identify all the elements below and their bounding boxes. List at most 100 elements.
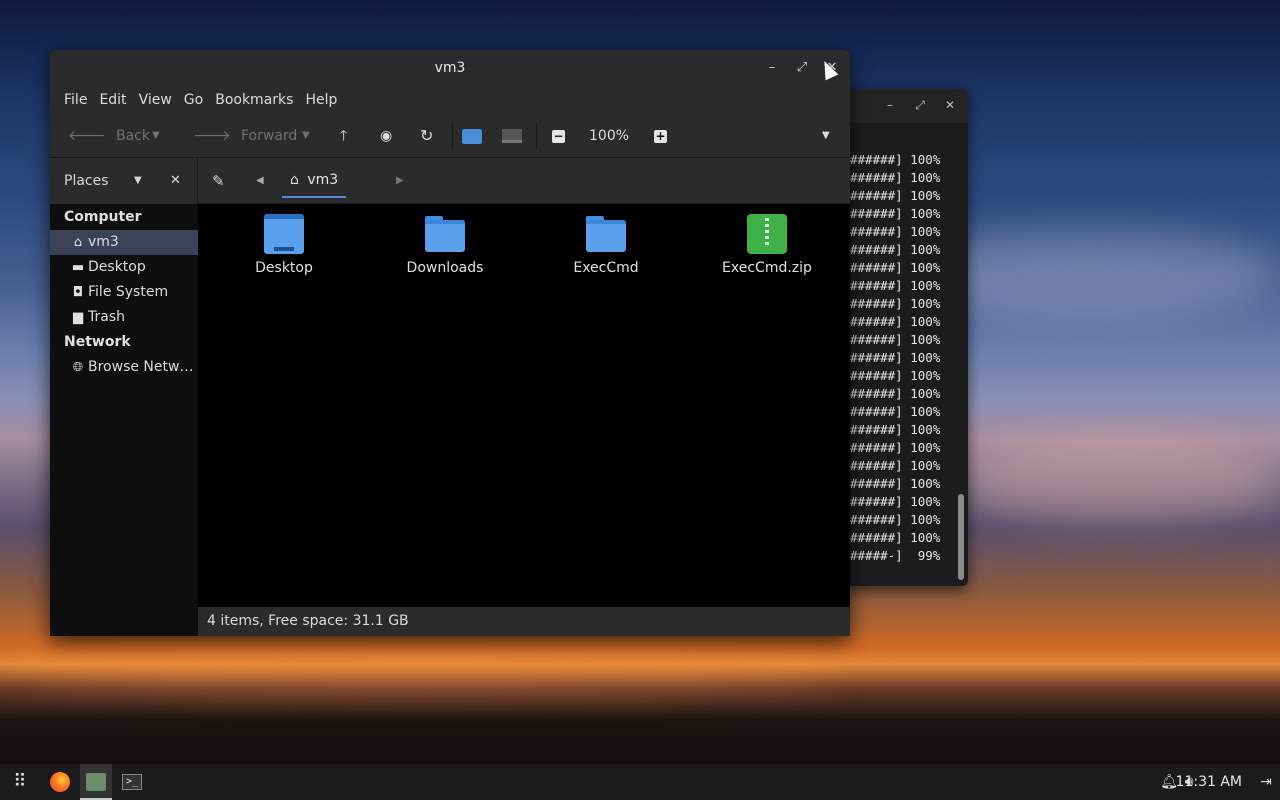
folder-icon [586,214,626,254]
arrow-right-icon: 🡒 [193,128,231,144]
file-item-desktop[interactable]: Desktop [224,214,344,276]
window-titlebar[interactable]: vm3 – ⤢ ✕ [50,50,850,86]
folder-icon [425,214,465,254]
app-launcher-button[interactable]: ⠿ [8,764,32,800]
sidebar-heading-computer: Computer [64,209,142,225]
arrow-left-icon: 🡐 [68,128,106,144]
sidebar-item-label: Browse Netw… [88,359,194,375]
places-label: Places [64,173,109,189]
sidebar-item-vm3[interactable]: ⌂ vm3 [50,230,198,255]
terminal-icon: >_ [122,774,142,790]
forward-button[interactable]: 🡒 Forward [193,114,297,158]
firefox-icon [50,772,70,792]
sidebar-item-browse-network[interactable]: 🌐︎ Browse Netw… [50,355,198,380]
taskbar-terminal[interactable]: >_ [118,764,146,800]
parent-folder-button[interactable]: 🡑 [340,114,347,158]
sidebar-item-label: Desktop [88,259,146,275]
back-history-dropdown[interactable]: ▼ [152,114,160,158]
computer-icon [502,129,522,143]
trash-icon: ▆ [73,310,83,325]
edit-path-button[interactable]: ✎ [212,158,225,204]
back-button[interactable]: 🡐 Back [68,114,150,158]
zoom-out-button[interactable]: − [552,114,565,158]
menu-go[interactable]: Go [178,86,209,114]
logout-icon[interactable]: ⇥ [1258,764,1274,800]
zoom-in-button[interactable]: + [654,114,667,158]
taskbar-file-manager[interactable] [80,764,112,800]
terminal-scrollbar[interactable] [958,494,964,580]
stop-button[interactable]: ◉ [380,114,392,158]
side-pane: Places ▼ ✕ Computer ⌂ vm3 ▬ Desktop ◘ File … [50,158,198,636]
pane-selector-dropdown[interactable]: ▼ [134,158,142,204]
toolbar-overflow-dropdown[interactable]: ▼ [822,114,830,158]
desktop-icon: ▬ [71,260,85,275]
file-item-label: Desktop [255,260,313,276]
menu-edit[interactable]: Edit [93,86,132,114]
sidebar-item-label: Trash [88,309,125,325]
toolbar-separator [536,122,537,150]
breadcrumb-scroll-left[interactable]: ◀ [256,158,264,204]
stop-icon: ◉ [380,128,393,144]
pencil-icon: ✎ [212,172,225,190]
file-item-label: ExecCmd [573,260,639,276]
minimize-icon[interactable]: – [762,50,782,86]
taskbar-firefox[interactable] [46,764,74,800]
sidebar-item-label: vm3 [88,234,119,250]
sidebar-item-file-system[interactable]: ◘ File System [50,280,198,305]
minimize-icon[interactable]: – [882,98,898,112]
menu-view[interactable]: View [133,86,178,114]
forward-label: Forward [241,128,298,144]
breadcrumb-label: vm3 [307,172,339,188]
home-folder-icon [462,128,482,144]
sidebar-item-label: File System [88,284,169,300]
grid-icon: ⠿ [13,771,27,792]
desktop-folder-icon [264,214,304,254]
sky-cloud [960,440,1280,520]
file-item-label: ExecCmd.zip [722,260,812,276]
menu-file[interactable]: File [58,86,93,114]
taskbar: ⠿ >_ 🔔︎ 🔊︎ 11:31 AM ⇥ [0,764,1280,800]
toolbar-separator [452,122,453,150]
home-icon: ⌂ [290,172,299,188]
menu-help[interactable]: Help [299,86,343,114]
zoom-out-icon: − [552,128,565,143]
file-item-downloads[interactable]: Downloads [385,214,505,276]
clock[interactable]: 11:31 AM [1176,764,1242,800]
menu-bookmarks[interactable]: Bookmarks [209,86,299,114]
computer-button[interactable] [502,114,522,158]
file-manager-icon [86,773,106,791]
side-pane-header: Places ▼ ✕ [50,158,198,204]
home-button[interactable] [462,114,482,158]
file-item-label: Downloads [406,260,484,276]
file-item-execcmd-zip[interactable]: ExecCmd.zip [707,214,827,276]
file-manager-window[interactable]: vm3 – ⤢ ✕ File Edit View Go Bookmarks He… [50,50,850,636]
arrow-up-icon: 🡑 [340,128,348,144]
close-icon[interactable]: ✕ [942,98,958,112]
breadcrumb-vm3[interactable]: ⌂ vm3 [282,166,347,198]
sky-cloud [20,650,840,690]
close-pane-icon[interactable]: ✕ [170,158,181,204]
home-icon: ⌂ [73,235,83,250]
reload-icon: ↻ [420,126,434,145]
status-bar: 4 items, Free space: 31.1 GB [198,607,850,636]
zoom-in-icon: + [654,128,667,143]
sidebar-heading-network: Network [64,334,131,350]
zoom-level: 100% [589,128,630,144]
location-bar: ✎ ◀ ⌂ vm3 ▶ [198,158,850,204]
sidebar-item-trash[interactable]: ▆ Trash [50,305,198,330]
drive-icon: ◘ [72,285,84,300]
breadcrumb-scroll-right[interactable]: ▶ [396,158,404,204]
maximize-icon[interactable]: ⤢ [912,98,928,113]
globe-icon: 🌐︎ [72,360,84,375]
icon-view[interactable]: Desktop Downloads ExecCmd ExecCmd.zip [198,204,850,607]
menubar: File Edit View Go Bookmarks Help [50,86,850,114]
back-label: Back [116,128,150,144]
file-item-execcmd[interactable]: ExecCmd [546,214,666,276]
sidebar-item-desktop[interactable]: ▬ Desktop [50,255,198,280]
window-title: vm3 [434,60,466,76]
reload-button[interactable]: ↻ [420,114,433,158]
toolbar: 🡐 Back ▼ 🡒 Forward ▼ 🡑 ◉ ↻ − 100% + ▼ [50,114,850,158]
maximize-icon[interactable]: ⤢ [792,50,812,86]
forward-history-dropdown[interactable]: ▼ [302,114,310,158]
zip-icon [747,214,787,254]
